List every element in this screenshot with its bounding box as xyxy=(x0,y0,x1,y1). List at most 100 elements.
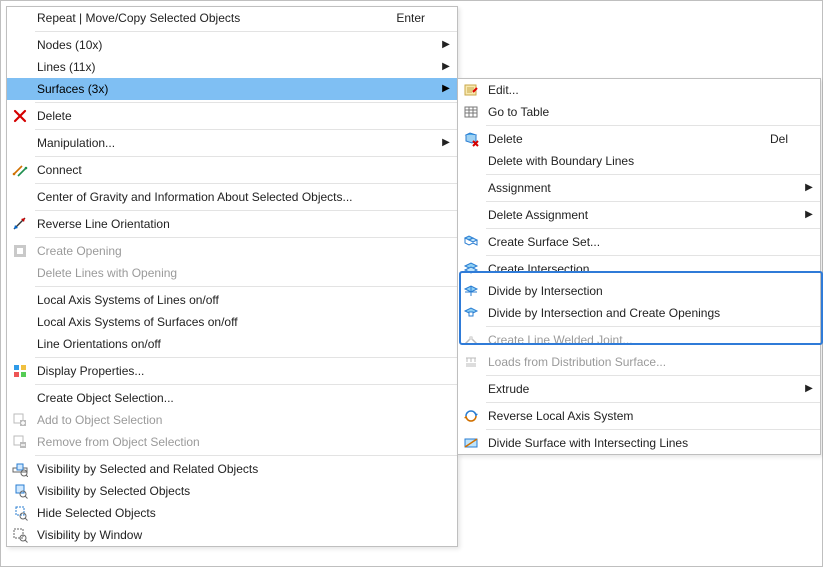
menu-label: Local Axis Systems of Lines on/off xyxy=(33,293,439,307)
separator xyxy=(35,102,457,103)
menu-label: Add to Object Selection xyxy=(33,413,439,427)
menu-item-visibility-selected-related[interactable]: Visibility by Selected and Related Objec… xyxy=(7,458,457,480)
menu-item-reverse-line-orientation[interactable]: Reverse Line Orientation ▶ xyxy=(7,213,457,235)
submenu-item-edit[interactable]: Edit... ▶ xyxy=(458,79,820,101)
separator xyxy=(486,125,820,126)
menu-item-local-axis-lines[interactable]: Local Axis Systems of Lines on/off ▶ xyxy=(7,289,457,311)
menu-label: Remove from Object Selection xyxy=(33,435,439,449)
submenu-item-create-line-welded-joint: Create Line Welded Joint... ▶ xyxy=(458,329,820,351)
connect-icon xyxy=(7,159,33,181)
submenu-item-divide-openings[interactable]: Divide by Intersection and Create Openin… xyxy=(458,302,820,324)
menu-label: Delete with Boundary Lines xyxy=(484,154,802,168)
menu-item-create-object-selection[interactable]: Create Object Selection... ▶ xyxy=(7,387,457,409)
menu-item-manipulation[interactable]: Manipulation... ▶ xyxy=(7,132,457,154)
menu-label: Local Axis Systems of Surfaces on/off xyxy=(33,315,439,329)
separator xyxy=(486,201,820,202)
menu-label: Repeat | Move/Copy Selected Objects xyxy=(33,11,396,25)
submenu-item-divide-surface-lines[interactable]: Divide Surface with Intersecting Lines ▶ xyxy=(458,432,820,454)
submenu-item-create-surface-set[interactable]: Create Surface Set... ▶ xyxy=(458,231,820,253)
menu-shortcut: Del xyxy=(770,132,802,146)
menu-label: Hide Selected Objects xyxy=(33,506,439,520)
menu-label: Create Intersection xyxy=(484,262,802,276)
menu-item-connect[interactable]: Connect ▶ xyxy=(7,159,457,181)
visibility-selected-icon xyxy=(7,480,33,502)
remove-selection-icon xyxy=(7,431,33,453)
separator xyxy=(35,384,457,385)
menu-item-nodes[interactable]: Nodes (10x) ▶ xyxy=(7,34,457,56)
menu-item-delete-lines-opening: Delete Lines with Opening ▶ xyxy=(7,262,457,284)
menu-label: Surfaces (3x) xyxy=(33,82,439,96)
menu-label: Delete xyxy=(484,132,770,146)
menu-item-visibility-window[interactable]: Visibility by Window ▶ xyxy=(7,524,457,546)
menu-item-add-object-selection: Add to Object Selection ▶ xyxy=(7,409,457,431)
blank-icon xyxy=(458,378,484,400)
menu-item-repeat[interactable]: Repeat | Move/Copy Selected Objects Ente… xyxy=(7,7,457,29)
divide-openings-icon xyxy=(458,302,484,324)
menu-label: Divide by Intersection xyxy=(484,284,802,298)
menu-label: Create Surface Set... xyxy=(484,235,802,249)
menu-item-create-opening: Create Opening ▶ xyxy=(7,240,457,262)
menu-label: Divide by Intersection and Create Openin… xyxy=(484,306,802,320)
blank-icon xyxy=(7,132,33,154)
submenu-item-go-to-table[interactable]: Go to Table ▶ xyxy=(458,101,820,123)
blank-icon xyxy=(7,289,33,311)
menu-label: Delete Assignment xyxy=(484,208,802,222)
separator xyxy=(35,129,457,130)
submenu-item-divide-intersection[interactable]: Divide by Intersection ▶ xyxy=(458,280,820,302)
menu-item-surfaces[interactable]: Surfaces (3x) ▶ xyxy=(7,78,457,100)
separator xyxy=(35,286,457,287)
blank-icon xyxy=(7,7,33,29)
create-opening-icon xyxy=(7,240,33,262)
menu-item-display-properties[interactable]: Display Properties... ▶ xyxy=(7,360,457,382)
menu-label: Visibility by Selected Objects xyxy=(33,484,439,498)
menu-label: Edit... xyxy=(484,83,802,97)
menu-item-remove-object-selection: Remove from Object Selection ▶ xyxy=(7,431,457,453)
menu-item-lines[interactable]: Lines (11x) ▶ xyxy=(7,56,457,78)
visibility-window-icon xyxy=(7,524,33,546)
menu-label: Line Orientations on/off xyxy=(33,337,439,351)
surface-set-icon xyxy=(458,231,484,253)
menu-item-line-orientations[interactable]: Line Orientations on/off ▶ xyxy=(7,333,457,355)
submenu-item-create-intersection[interactable]: Create Intersection ▶ xyxy=(458,258,820,280)
canvas: Repeat | Move/Copy Selected Objects Ente… xyxy=(0,0,823,567)
menu-label: Divide Surface with Intersecting Lines xyxy=(484,436,802,450)
submenu-item-assignment[interactable]: Assignment ▶ xyxy=(458,177,820,199)
menu-item-local-axis-surfaces[interactable]: Local Axis Systems of Surfaces on/off ▶ xyxy=(7,311,457,333)
menu-label: Go to Table xyxy=(484,105,802,119)
menu-label: Reverse Local Axis System xyxy=(484,409,802,423)
separator xyxy=(35,455,457,456)
submenu-item-loads-distribution: Loads from Distribution Surface... ▶ xyxy=(458,351,820,373)
menu-label: Lines (11x) xyxy=(33,60,439,74)
submenu-item-delete-boundary[interactable]: Delete with Boundary Lines ▶ xyxy=(458,150,820,172)
separator xyxy=(486,228,820,229)
submenu-item-delete[interactable]: Delete Del ▶ xyxy=(458,128,820,150)
intersection-icon xyxy=(458,258,484,280)
blank-icon xyxy=(458,177,484,199)
separator xyxy=(486,375,820,376)
welded-joint-icon xyxy=(458,329,484,351)
separator xyxy=(35,210,457,211)
table-icon xyxy=(458,101,484,123)
menu-item-delete[interactable]: Delete ▶ xyxy=(7,105,457,127)
separator xyxy=(35,183,457,184)
submenu-item-extrude[interactable]: Extrude ▶ xyxy=(458,378,820,400)
separator xyxy=(486,429,820,430)
separator xyxy=(486,255,820,256)
menu-label: Visibility by Window xyxy=(33,528,439,542)
delete-x-icon xyxy=(7,105,33,127)
blank-icon xyxy=(7,186,33,208)
menu-item-visibility-selected[interactable]: Visibility by Selected Objects ▶ xyxy=(7,480,457,502)
menu-label: Assignment xyxy=(484,181,802,195)
menu-label: Manipulation... xyxy=(33,136,439,150)
separator xyxy=(486,326,820,327)
menu-label: Create Object Selection... xyxy=(33,391,439,405)
menu-item-hide-selected[interactable]: Hide Selected Objects ▶ xyxy=(7,502,457,524)
submenu-item-reverse-local-axis[interactable]: Reverse Local Axis System ▶ xyxy=(458,405,820,427)
menu-label: Delete xyxy=(33,109,439,123)
separator xyxy=(486,402,820,403)
submenu-item-delete-assignment[interactable]: Delete Assignment ▶ xyxy=(458,204,820,226)
menu-label: Center of Gravity and Information About … xyxy=(33,190,439,204)
submenu-arrow-icon: ▶ xyxy=(802,384,816,394)
menu-item-cog-info[interactable]: Center of Gravity and Information About … xyxy=(7,186,457,208)
blank-icon xyxy=(7,387,33,409)
